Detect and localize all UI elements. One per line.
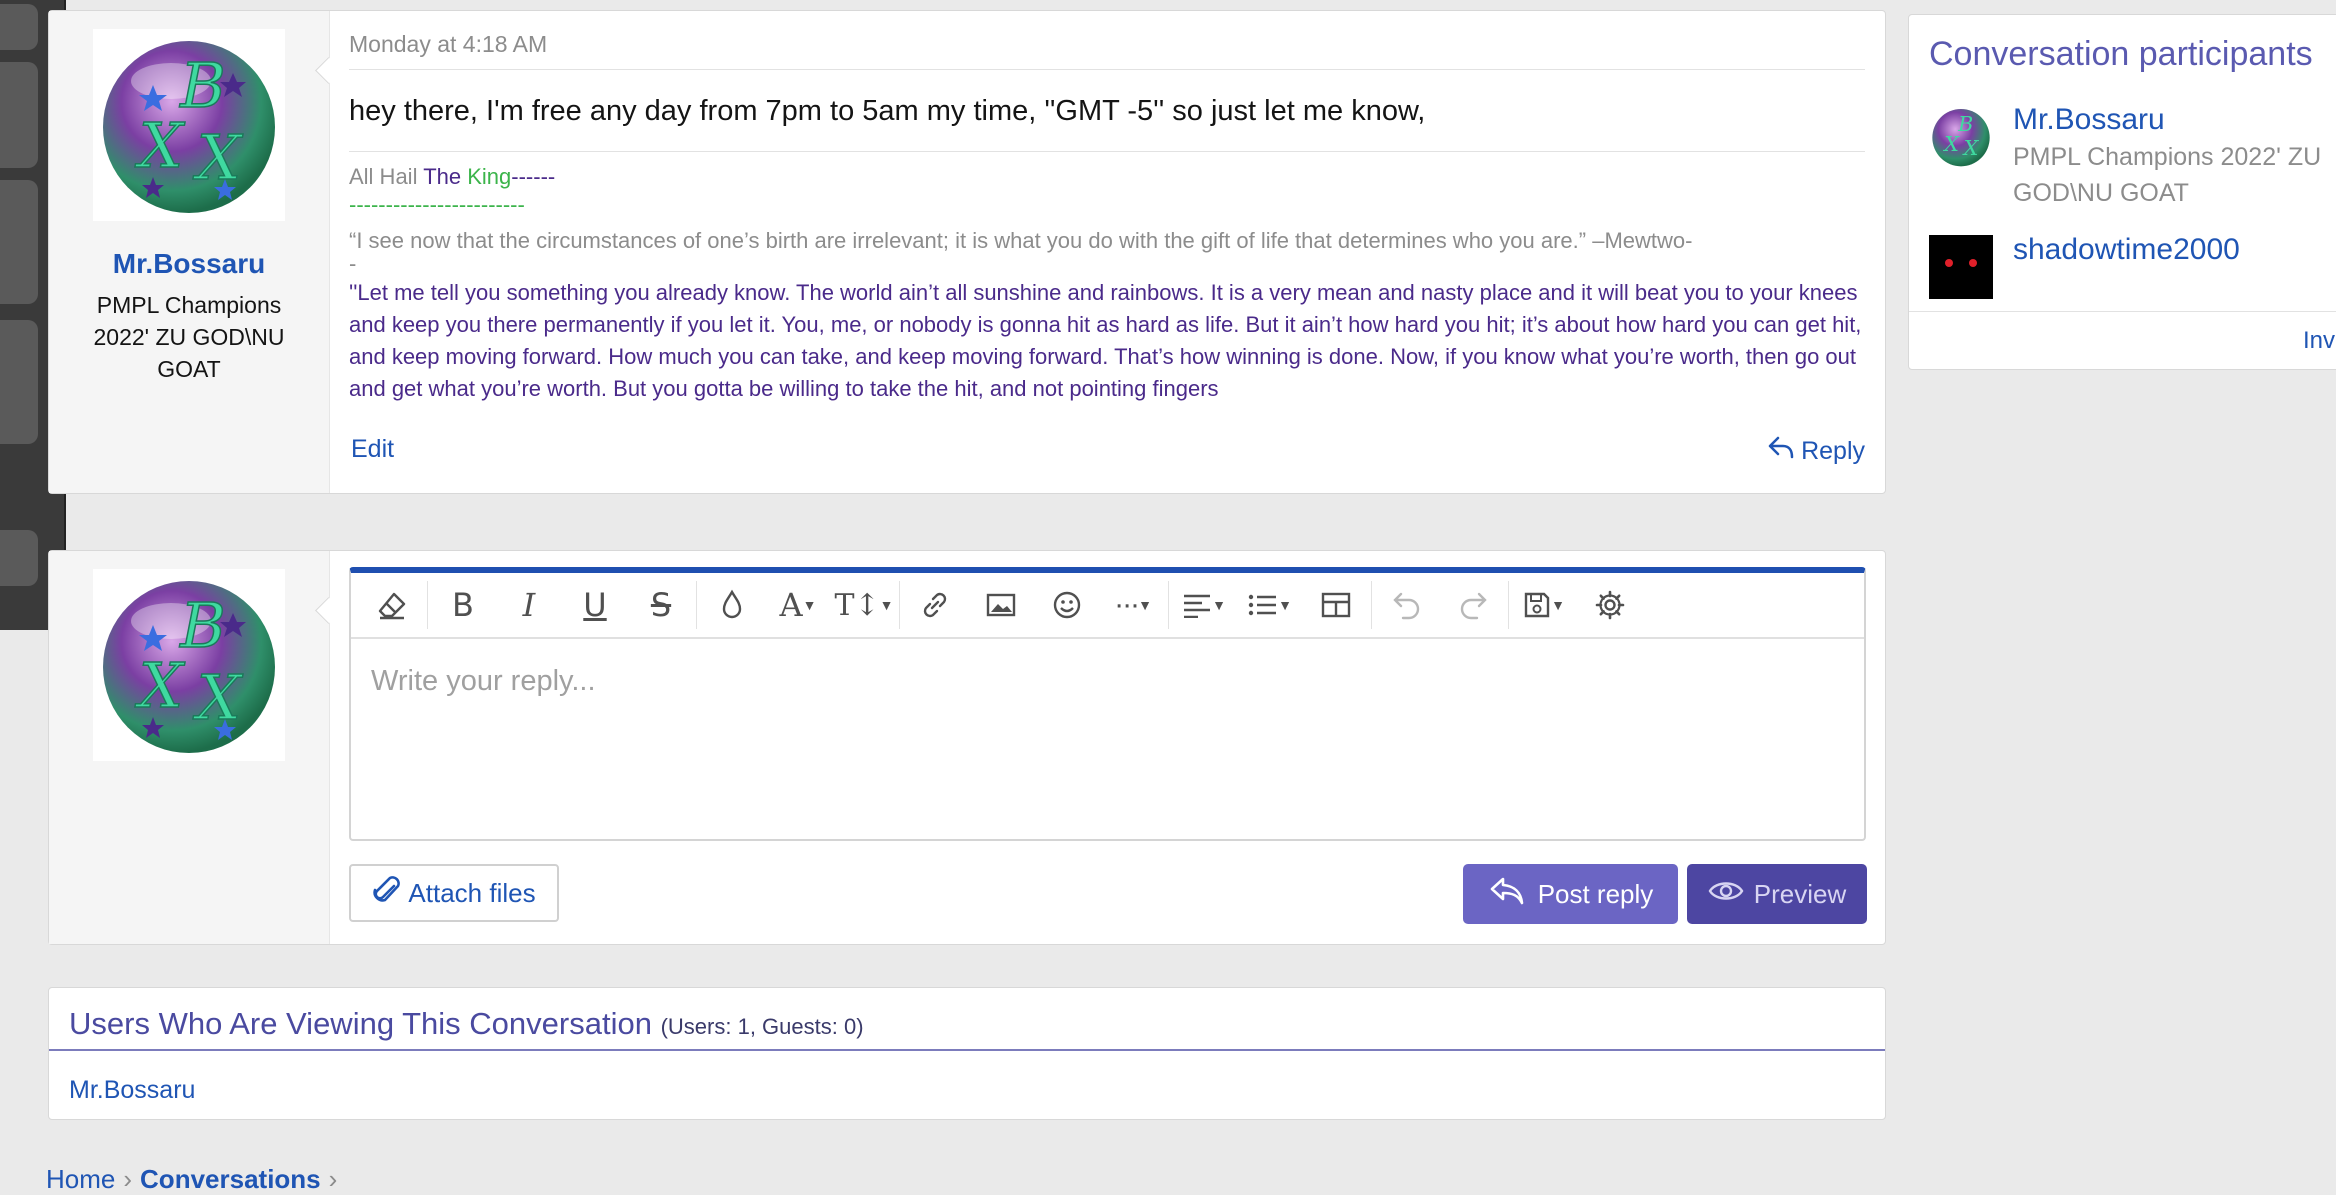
invite-more-link[interactable]: Invite m [2303,327,2336,355]
attach-files-button[interactable]: Attach files [349,864,559,922]
toolbar-separator [1508,581,1509,629]
signature-line: All Hail The King------ [349,164,556,189]
dock-item[interactable] [0,180,38,304]
undo-icon[interactable] [1374,577,1440,633]
svg-text:B: B [179,49,226,122]
chevron-right-icon: › [123,1164,133,1194]
preview-button[interactable]: Preview [1687,864,1867,924]
message-block: B X X Mr.Bossaru PMPL Champions 2022' ZU… [48,10,1886,494]
message-username[interactable]: Mr.Bossaru [49,248,329,280]
chevron-right-icon: › [328,1164,338,1194]
svg-text:X: X [135,649,186,722]
settings-icon[interactable] [1577,577,1643,633]
toolbar-separator [427,581,428,629]
divider [49,1049,1885,1051]
message-user-title: PMPL Champions 2022' ZU GOD\NU GOAT [93,292,285,382]
underline-icon[interactable]: U [562,577,628,633]
rich-text-editor: B I U S A ▼ T↕ ▼ ··· ▼ ▼ ▼ ▼ Write your rep… [349,567,1866,841]
participant-name[interactable]: shadowtime2000 [2013,233,2240,267]
svg-text:B: B [1957,112,1973,136]
post-reply-label: Post reply [1537,878,1654,909]
reply-form-block: B X X B I U S A ▼ T↕ ▼ ··· ▼ ▼ ▼ ▼ Write… [48,550,1886,945]
user-avatar[interactable]: B X X [93,29,285,221]
align-icon[interactable]: ▼ [1171,577,1237,633]
divider [349,69,1865,70]
breadcrumb-home[interactable]: Home [46,1164,115,1194]
divider [1909,311,2336,312]
dock-item[interactable] [0,530,38,586]
conversation-participants-panel: Conversation participants B X X Mr.Bossa… [1908,14,2336,370]
dock-item[interactable] [0,320,38,444]
participants-title: Conversation participants [1929,35,2313,73]
users-viewing-block: Users Who Are Viewing This Conversation … [48,987,1886,1120]
svg-text:X: X [135,109,186,182]
svg-text:B: B [179,589,226,662]
eye-icon [1708,878,1744,911]
font-size-icon[interactable]: T↕ ▼ [831,577,897,633]
image-icon[interactable] [968,577,1034,633]
bold-icon[interactable]: B [430,577,496,633]
edit-link[interactable]: Edit [351,435,394,464]
signature-quote-end: - [349,251,357,276]
dock-item[interactable] [0,4,38,50]
redo-icon[interactable] [1440,577,1506,633]
participant-title: PMPL Champions 2022' ZU GOD\NU GOAT [2013,143,2322,207]
message-user-cell: B X X Mr.Bossaru PMPL Champions 2022' ZU… [49,11,330,493]
more-icon[interactable]: ··· ▼ [1100,577,1166,633]
attach-files-label: Attach files [408,877,536,908]
message-signature: All Hail The King------ ----------------… [349,161,1865,405]
text-color-icon[interactable] [699,577,765,633]
reply-user-cell: B X X [49,551,330,944]
signature-quote: “I see now that the circumstances of one… [349,228,1693,253]
svg-text:X: X [1942,132,1960,156]
toolbar-separator [1371,581,1372,629]
toolbar-separator [696,581,697,629]
post-reply-button[interactable]: Post reply [1463,864,1678,924]
breadcrumb-conversations[interactable]: Conversations [140,1164,321,1194]
table-icon[interactable] [1303,577,1369,633]
participant-avatar[interactable]: B X X [1929,105,1993,169]
paperclip-icon [372,874,402,913]
users-viewing-title: Users Who Are Viewing This Conversation … [69,1006,864,1041]
strikethrough-icon[interactable]: S [628,577,694,633]
divider [349,151,1865,152]
svg-text:X: X [193,121,244,194]
participant-name[interactable]: Mr.Bossaru [2013,103,2165,137]
user-avatar[interactable]: B X X [93,569,285,761]
preview-label: Preview [1753,878,1847,909]
emoji-icon[interactable] [1034,577,1100,633]
toolbar-separator [899,581,900,629]
signature-line: ------------------------ [349,192,525,217]
reply-label: Reply [1801,437,1865,465]
reply-link[interactable]: Reply [1767,435,1865,468]
message-date[interactable]: Monday at 4:18 AM [349,31,547,58]
eraser-icon[interactable] [359,577,425,633]
reply-icon [1767,435,1795,468]
users-viewing-count: (Users: 1, Guests: 0) [660,1014,864,1039]
signature-quote: ''Let me tell you something you already … [349,280,1862,401]
font-family-icon[interactable]: A ▼ [765,577,831,633]
svg-text:X: X [1962,136,1980,160]
drafts-icon[interactable]: ▼ [1511,577,1577,633]
list-icon[interactable]: ▼ [1237,577,1303,633]
link-icon[interactable] [902,577,968,633]
italic-icon[interactable]: I [496,577,562,633]
editor-toolbar: B I U S A ▼ T↕ ▼ ··· ▼ ▼ ▼ ▼ [351,573,1864,639]
reply-icon [1488,875,1526,914]
viewing-user-link[interactable]: Mr.Bossaru [69,1076,195,1105]
participant-avatar[interactable] [1929,235,1993,299]
message-body: hey there, I'm free any day from 7pm to … [349,95,1426,127]
breadcrumb: Home › Conversations › [46,1164,345,1195]
toolbar-separator [1168,581,1169,629]
svg-text:X: X [193,661,244,734]
reply-text-area[interactable]: Write your reply... [371,665,596,698]
dock-item[interactable] [0,62,38,168]
